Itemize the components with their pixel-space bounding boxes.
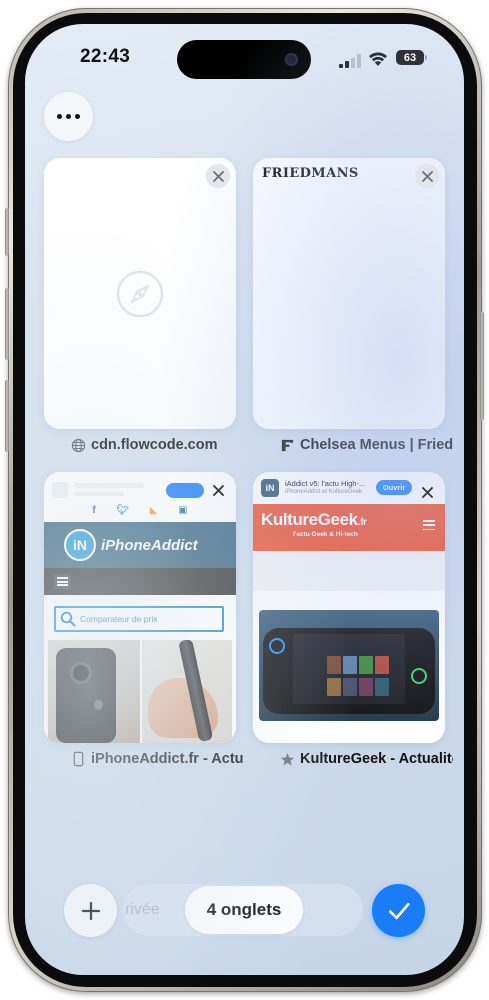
tab-title: iPhoneAddict.fr - Actu... <box>91 751 244 767</box>
close-tab-button[interactable] <box>206 478 230 502</box>
tab-title-row: Chelsea Menus | Fried... <box>253 437 453 453</box>
game-tile <box>327 656 341 674</box>
volume-up-button <box>5 288 9 360</box>
game-tile <box>327 678 341 696</box>
kulturegeek-tagline: l'actu Geek & Hi-tech <box>293 531 358 538</box>
wifi-icon <box>369 52 387 66</box>
tab-title: Chelsea Menus | Fried... <box>300 437 453 453</box>
app-banner-subtitle: iPhoneAddict et KultureGeek <box>285 489 363 495</box>
tab-preview[interactable]: f 🐦︎ ◣ ▣ iN iPhoneAddict Comparateur de … <box>44 472 236 743</box>
joystick-ring-left <box>269 638 285 654</box>
console-screen <box>293 634 405 704</box>
tab-title: KultureGeek - Actualité... <box>300 751 453 767</box>
tab-preview[interactable]: iN iAddict v5: l'actu High-... iPhoneAdd… <box>253 472 445 743</box>
front-camera <box>285 53 298 66</box>
close-icon <box>421 486 433 498</box>
ellipsis-dot <box>75 114 80 119</box>
tab-flowcode[interactable]: cdn.flowcode.com <box>44 158 236 453</box>
tab-title-row: KultureGeek - Actualité... <box>253 751 453 767</box>
more-options-button[interactable] <box>44 92 93 141</box>
ad-space <box>253 551 445 591</box>
close-icon <box>212 170 224 182</box>
tab-title-row: cdn.flowcode.com <box>44 437 244 453</box>
game-tile <box>375 678 389 696</box>
game-tile <box>375 656 389 674</box>
status-time: 22:43 <box>80 46 131 67</box>
star-icon <box>279 751 295 767</box>
placeholder-block <box>52 482 68 498</box>
close-icon <box>421 170 433 182</box>
tab-preview[interactable]: FRIEDMANS <box>253 158 445 429</box>
volume-down-button <box>5 380 9 452</box>
placeholder-line <box>74 483 144 488</box>
app-banner-title: iAddict v5: l'actu High-... <box>285 479 366 488</box>
iaddict-app-icon: iN <box>261 479 279 497</box>
price-comparator-search: Comparateur de prix <box>54 606 224 632</box>
joystick-ring-right <box>411 668 427 684</box>
tab-title: cdn.flowcode.com <box>91 437 218 453</box>
iphone-outline-icon <box>70 751 86 767</box>
tab-iphoneaddict[interactable]: f 🐦︎ ◣ ▣ iN iPhoneAddict Comparateur de … <box>44 472 244 767</box>
article-image <box>259 610 439 721</box>
search-placeholder: Comparateur de prix <box>80 614 158 624</box>
screen: 22:43 63 cdn.flowcode.com FRIEDMANS Chel… <box>25 24 464 975</box>
close-tab-button[interactable] <box>415 164 439 188</box>
battery-indicator: 63 <box>396 50 427 65</box>
tab-group-tabs-count[interactable]: 4 onglets <box>185 886 303 934</box>
ellipsis-icon <box>57 114 62 119</box>
logo-suffix: .fr <box>357 517 367 528</box>
site-menu-bar <box>44 568 236 595</box>
iphoneaddict-header: iN iPhoneAddict <box>44 522 236 568</box>
checkmark-icon <box>388 902 410 919</box>
apple-logo-icon <box>94 700 103 710</box>
dynamic-island <box>177 40 311 79</box>
logo-main: KultureGeek <box>261 510 358 529</box>
ellipsis-dot <box>66 114 71 119</box>
action-button <box>5 208 9 256</box>
handheld-console-image <box>263 628 435 714</box>
compass-icon <box>116 270 164 318</box>
friedmans-logo: FRIEDMANS <box>262 166 359 181</box>
rss-icon: ◣ <box>149 505 158 516</box>
instagram-icon: ▣ <box>178 505 188 516</box>
search-icon <box>60 611 76 627</box>
game-tile <box>359 656 373 674</box>
game-tile <box>343 656 357 674</box>
plus-icon <box>81 901 100 920</box>
game-tile <box>343 678 357 696</box>
close-tab-button[interactable] <box>206 164 230 188</box>
photo-right <box>142 640 232 743</box>
tab-title-row: iPhoneAddict.fr - Actu... <box>44 751 244 767</box>
power-button <box>480 312 484 420</box>
close-icon <box>212 484 224 496</box>
camera-lens <box>70 662 92 684</box>
photo-left <box>48 640 140 743</box>
social-links: f 🐦︎ ◣ ▣ <box>44 505 236 521</box>
iphone-back-image <box>56 648 116 743</box>
kulturegeek-header: KultureGeek.fr l'actu Geek & Hi-tech <box>253 504 445 551</box>
cellular-signal-icon <box>339 54 361 68</box>
friedmans-f-icon <box>279 437 295 453</box>
new-tab-button[interactable] <box>64 884 117 937</box>
hamburger-menu-icon <box>423 520 435 530</box>
facebook-icon: f <box>92 505 96 516</box>
tab-kulturegeek[interactable]: iN iAddict v5: l'actu High-... iPhoneAdd… <box>253 472 453 767</box>
open-app-pill <box>166 483 204 498</box>
twitter-icon: 🐦︎ <box>116 505 130 516</box>
game-tile <box>359 678 373 696</box>
iphoneaddict-logo-icon: iN <box>64 529 96 561</box>
article-photo <box>48 640 232 743</box>
private-tab-group[interactable]: rivée <box>125 901 160 919</box>
kulturegeek-logo: KultureGeek.fr <box>261 510 367 530</box>
tab-preview[interactable] <box>44 158 236 429</box>
globe-icon <box>70 437 86 453</box>
iphoneaddict-logo: iPhoneAddict <box>101 536 198 554</box>
placeholder-line <box>74 492 124 496</box>
hamburger-menu-icon <box>54 574 71 589</box>
done-button[interactable] <box>372 884 425 937</box>
close-tab-button[interactable] <box>415 480 439 504</box>
tab-friedmans[interactable]: FRIEDMANS Chelsea Menus | Fried... <box>253 158 453 453</box>
open-app-button: Ouvrir <box>376 480 412 495</box>
